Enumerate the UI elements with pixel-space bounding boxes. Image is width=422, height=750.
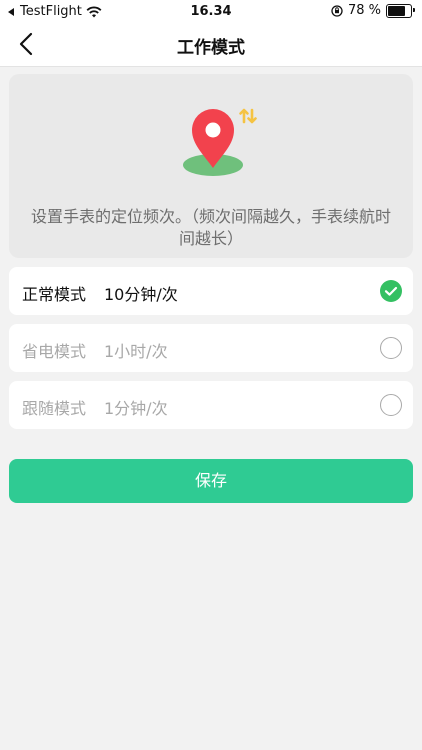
save-button[interactable]: 保存	[9, 459, 413, 503]
mode-option-normal[interactable]: 正常模式 10分钟/次	[9, 267, 413, 315]
info-card: 设置手表的定位频次。（频次间隔越久，手表续航时间越长）	[9, 74, 413, 258]
radio-unchecked-icon[interactable]	[380, 394, 402, 416]
location-pin-sync-icon	[183, 108, 257, 176]
mode-frequency: 1小时/次	[104, 342, 168, 361]
mode-frequency: 10分钟/次	[104, 285, 178, 304]
orientation-lock-icon	[331, 4, 343, 17]
mode-option-follow[interactable]: 跟随模式 1分钟/次	[9, 381, 413, 429]
mode-name: 正常模式	[22, 285, 87, 304]
radio-unchecked-icon[interactable]	[380, 337, 402, 359]
mode-option-power-saving[interactable]: 省电模式 1小时/次	[9, 324, 413, 372]
status-right: 78 %	[331, 3, 415, 18]
nav-bar: 工作模式	[0, 22, 422, 67]
battery-percent: 78 %	[347, 3, 381, 18]
page-title: 工作模式	[177, 38, 245, 58]
checkmark-circle-icon[interactable]	[380, 280, 402, 302]
mode-description: 设置手表的定位频次。（频次间隔越久，手表续航时间越长）	[30, 207, 391, 248]
battery-icon	[386, 3, 415, 18]
status-bar: TestFlight 16.34 78 %	[0, 0, 422, 22]
mode-frequency: 1分钟/次	[104, 399, 168, 418]
battery-level-fill	[388, 5, 406, 16]
mode-name: 省电模式	[22, 342, 87, 361]
mode-name: 跟随模式	[22, 399, 87, 418]
